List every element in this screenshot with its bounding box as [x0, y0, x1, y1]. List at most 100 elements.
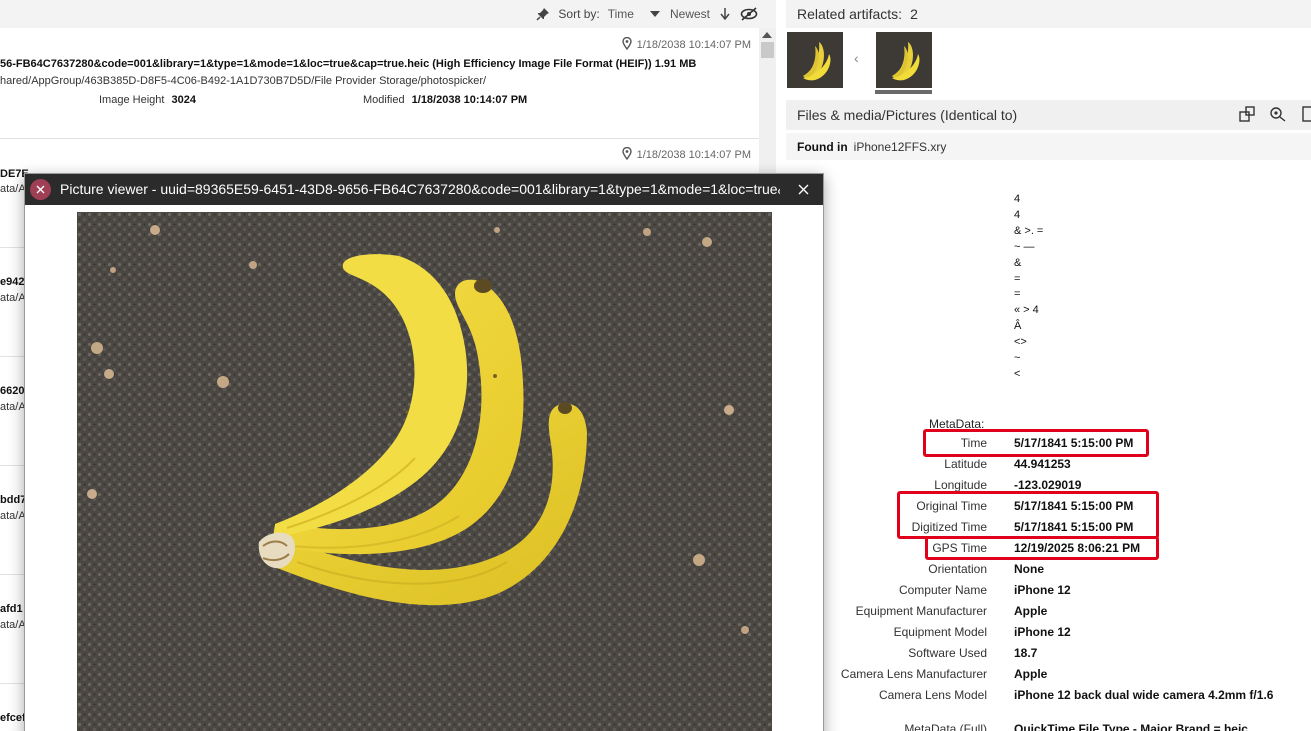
close-icon[interactable]: [793, 179, 813, 199]
metadata-row: Software Used 18.7: [786, 642, 1311, 663]
modified-label: Modified: [363, 94, 405, 106]
app-window: Sort by: Time Newest 1/18/2038 10:14:07 …: [0, 0, 1311, 731]
dropdown-arrow-icon[interactable]: [646, 5, 664, 23]
metadata-value: Apple: [1014, 604, 1048, 618]
close-circle-icon[interactable]: [30, 179, 51, 200]
raw-string-line: & >. =: [1014, 224, 1044, 237]
details-pane: Related artifacts: 2 ‹ Files & media/Pic…: [786, 0, 1311, 731]
row-file-name: 56-FB64C7637280&code=001&library=1&type=…: [0, 58, 697, 70]
raw-string-line: ~: [1014, 352, 1021, 365]
metadata-key: Computer Name: [898, 583, 987, 597]
raw-string-line: =: [1014, 272, 1021, 285]
metadata-row: Computer Name iPhone 12: [786, 579, 1311, 600]
metadata-row: Orientation None: [786, 558, 1311, 579]
row-file-path: hared/AppGroup/463B385D-D8F5-4C06-B492-1…: [0, 75, 487, 87]
modified-field: Modified 1/18/2038 10:14:07 PM: [363, 94, 527, 106]
location-pin-icon: [621, 146, 632, 163]
picture-viewer-title: Picture viewer - uuid=89365E59-6451-43D8…: [60, 181, 780, 197]
metadata-key: Equipment Model: [893, 625, 987, 639]
row-file-path: ata/A: [0, 401, 26, 413]
found-in-bar: Found in iPhone12FFS.xry: [786, 133, 1311, 160]
metadata-key: Latitude: [944, 457, 987, 471]
highlight-box-time: [923, 429, 1149, 457]
raw-string-line: 4: [1014, 193, 1021, 205]
open-external-icon[interactable]: [1239, 105, 1255, 125]
metadata-row: MetaData (Full) QuickTime File Type - Ma…: [786, 718, 1311, 731]
view-settings-icon[interactable]: [1269, 106, 1287, 125]
sort-field-select[interactable]: Time: [608, 7, 634, 21]
raw-strings-block: 4 4 & >. = ~ — & = = « > 4 Â <> ~ <: [1014, 192, 1043, 383]
metadata-key: Orientation: [928, 562, 987, 576]
metadata-row: Equipment Manufacturer Apple: [786, 600, 1311, 621]
sort-toolbar: Sort by: Time Newest: [0, 0, 776, 28]
scrollbar-thumb[interactable]: [761, 42, 774, 58]
metadata-key: Equipment Manufacturer: [855, 604, 987, 618]
row-file-path: ata/A: [0, 183, 26, 195]
image-height-label: Image Height: [99, 94, 165, 106]
raw-string-line: 4: [1014, 208, 1021, 221]
picture-viewer-dialog: Picture viewer - uuid=89365E59-6451-43D8…: [24, 173, 824, 731]
pin-icon[interactable]: [534, 5, 552, 23]
raw-string-line: Â: [1014, 320, 1022, 333]
row-file-name: efcef: [0, 712, 26, 724]
selected-thumbnail-indicator: [875, 90, 932, 94]
modified-value: 1/18/2038 10:14:07 PM: [411, 94, 528, 106]
row-file-path: ata/A: [0, 619, 26, 631]
metadata-value: QuickTime File Type - Major Brand = heic: [1014, 722, 1248, 731]
related-thumbnail-selected[interactable]: [876, 32, 932, 88]
related-artifacts-label: Related artifacts:: [797, 6, 903, 22]
raw-string-line: &: [1014, 256, 1022, 269]
metadata-value: 44.941253: [1014, 457, 1071, 471]
banana-photo: [77, 212, 772, 731]
metadata-key: Software Used: [908, 646, 987, 660]
metadata-value: None: [1014, 562, 1044, 576]
metadata-row: Camera Lens Manufacturer Apple: [786, 663, 1311, 684]
row-timestamp: 1/18/2038 10:14:07 PM: [636, 149, 751, 161]
row-file-path: ata/A: [0, 510, 26, 522]
related-thumbnail[interactable]: [787, 32, 843, 88]
sort-descending-icon[interactable]: [716, 5, 734, 23]
found-in-label: Found in: [797, 139, 848, 154]
category-bar: Files & media/Pictures (Identical to): [786, 100, 1311, 130]
image-height-field: Image Height 3024: [99, 94, 196, 106]
image-height-value: 3024: [171, 94, 196, 106]
raw-string-line: « > 4: [1014, 304, 1039, 317]
raw-string-line: =: [1014, 288, 1021, 301]
metadata-value: iPhone 12: [1014, 583, 1071, 597]
related-artifacts-header: Related artifacts: 2: [786, 0, 1311, 28]
row-file-name: bdd7: [0, 494, 27, 506]
row-timestamp: 1/18/2038 10:14:07 PM: [636, 39, 751, 51]
metadata-key: MetaData (Full): [904, 722, 987, 731]
highlight-box-gps-time: [925, 536, 1159, 560]
found-in-value: iPhone12FFS.xry: [853, 139, 947, 154]
chevron-left-icon[interactable]: ‹: [854, 50, 859, 66]
row-file-path: ata/A: [0, 292, 26, 304]
hide-icon[interactable]: [740, 5, 758, 23]
raw-string-line: <: [1014, 367, 1021, 380]
raw-string-line: <>: [1014, 336, 1027, 349]
scroll-up-arrow-icon[interactable]: [762, 32, 772, 38]
related-thumbnails: ‹: [786, 28, 1311, 98]
highlight-box-original-digitized: [897, 491, 1159, 539]
metadata-value: -123.029019: [1014, 478, 1082, 492]
row-file-name: 6620: [0, 385, 25, 397]
copy-icon[interactable]: [1301, 105, 1311, 125]
metadata-row: Camera Lens Model iPhone 12 back dual wi…: [786, 684, 1311, 705]
metadata-value: Apple: [1014, 667, 1048, 681]
metadata-value: 18.7: [1014, 646, 1038, 660]
related-artifacts-count: 2: [910, 6, 918, 22]
list-item[interactable]: 1/18/2038 10:14:07 PM 56-FB64C7637280&co…: [0, 29, 759, 139]
metadata-key: Camera Lens Manufacturer: [840, 667, 987, 681]
raw-string-line: ~ —: [1014, 240, 1035, 253]
metadata-key: Camera Lens Model: [878, 688, 987, 702]
picture-viewer-titlebar: Picture viewer - uuid=89365E59-6451-43D8…: [25, 174, 823, 205]
location-pin-icon: [621, 36, 632, 53]
sort-order-label[interactable]: Newest: [670, 7, 710, 21]
category-label: Files & media/Pictures (Identical to): [797, 107, 1018, 123]
metadata-value: iPhone 12: [1014, 625, 1071, 639]
row-file-name: afd1: [0, 603, 23, 615]
sort-by-label: Sort by:: [558, 7, 600, 21]
metadata-value: iPhone 12 back dual wide camera 4.2mm f/…: [1014, 688, 1274, 702]
metadata-row: Equipment Model iPhone 12: [786, 621, 1311, 642]
metadata-key: Longitude: [934, 478, 987, 492]
